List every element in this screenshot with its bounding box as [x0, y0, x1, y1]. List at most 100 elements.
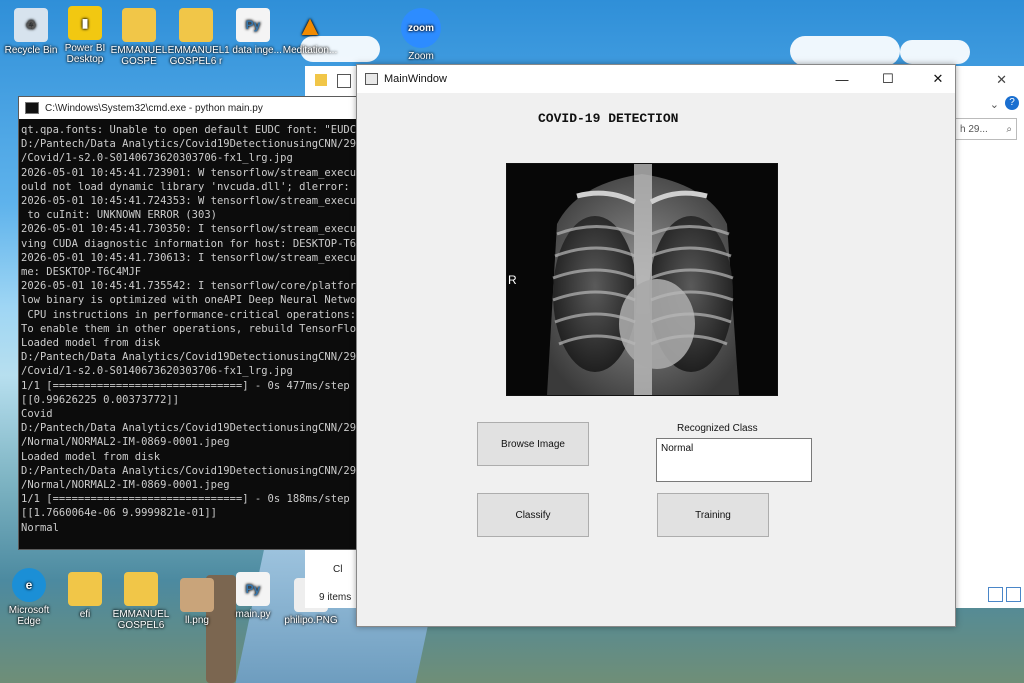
folder-icon — [315, 74, 327, 86]
desktop-icon-label: Zoom — [408, 51, 434, 62]
desktop-icon-folder[interactable]: EMMANUEL GOSPEL6 r — [165, 8, 227, 67]
view-toggle[interactable] — [988, 587, 1021, 602]
explorer-toolbar-fragment — [305, 66, 357, 98]
recognized-class-label: Recognized Class — [677, 423, 758, 434]
folder-icon — [124, 572, 158, 606]
desktop-icon-label: philipo.PNG — [284, 615, 338, 626]
cmd-line: to cuInit: UNKNOWN ERROR (303) — [21, 209, 217, 222]
python-file-icon: Py — [236, 8, 270, 42]
cmd-line: Loaded model from disk — [21, 337, 161, 350]
edge-icon: e — [12, 568, 46, 602]
cmd-line: 2026-05-01 10:45:41.730613: I tensorflow… — [21, 251, 358, 264]
checkbox-icon — [337, 74, 351, 88]
cmd-line: qt.qpa.fonts: Unable to open default EUD… — [21, 124, 358, 136]
cmd-line: 2026-05-01 10:45:41.735542: I tensorflow… — [21, 280, 358, 293]
desktop-icon-recycle-bin[interactable]: ♻ Recycle Bin — [0, 8, 62, 56]
desktop-icon-label: 1 data inge... — [224, 45, 282, 56]
cmd-line: ving CUDA diagnostic information for hos… — [21, 237, 358, 250]
window-title: MainWindow — [384, 73, 447, 85]
explorer-status-fragment: Cl 9 items — [305, 548, 357, 608]
desktop-icon-folder[interactable]: EMMANUEL GOSPEL6 — [110, 572, 172, 631]
search-input[interactable]: h 29... ⌕ — [955, 118, 1017, 140]
desktop-icon-label: Power BI Desktop — [64, 43, 106, 65]
cmd-line: /Covid/1-s2.0-S0140673620303706-fx1_lrg.… — [21, 152, 293, 165]
desktop-icon-edge[interactable]: e Microsoft Edge — [0, 568, 60, 627]
explorer-item-name[interactable]: Cl — [333, 564, 342, 575]
xray-marker: R — [508, 273, 517, 287]
maximize-button[interactable]: ☐ — [871, 65, 905, 93]
minimize-button[interactable]: — — [825, 65, 859, 93]
recognized-class-value: Normal — [661, 443, 694, 454]
cmd-line: [[1.7660064e-06 9.9999821e-01]] — [21, 507, 217, 520]
recognized-class-field[interactable]: Normal — [656, 438, 812, 482]
desktop-icon-vlc[interactable]: ▲ Meditation... — [279, 8, 341, 56]
wallpaper-cloud — [790, 36, 900, 66]
cmd-line: D:/Pantech/Data Analytics/Covid19Detecti… — [21, 351, 358, 364]
cmd-line: /Covid/1-s2.0-S0140673620303706-fx1_lrg.… — [21, 365, 293, 378]
browse-image-button[interactable]: Browse Image — [477, 422, 589, 466]
cmd-line: Normal — [21, 521, 59, 534]
cmd-line: /Normal/NORMAL2-IM-0869-0001.jpeg — [21, 479, 230, 492]
desktop-icon-label: EMMANUEL GOSPEL6 — [112, 609, 170, 631]
python-file-icon: Py — [236, 572, 270, 606]
folder-icon — [122, 8, 156, 42]
thumbnail-view-icon[interactable] — [1006, 587, 1021, 602]
cmd-line: 2026-05-01 10:45:41.723901: W tensorflow… — [21, 166, 358, 179]
cmd-line: [[0.99626225 0.00373772]] — [21, 393, 180, 406]
cmd-line: D:/Pantech/Data Analytics/Covid19Detecti… — [21, 138, 358, 151]
wallpaper-cloud — [900, 40, 970, 64]
cmd-window[interactable]: C:\Windows\System32\cmd.exe - python mai… — [18, 96, 358, 550]
desktop-icon-python-file[interactable]: Py main.py — [222, 572, 284, 620]
cmd-line: CPU instructions in performance-critical… — [21, 308, 358, 321]
desktop-icon-python-file[interactable]: Py 1 data inge... — [222, 8, 284, 56]
desktop-icon-label: Recycle Bin — [4, 45, 58, 56]
folder-icon — [68, 572, 102, 606]
cmd-title: C:\Windows\System32\cmd.exe - python mai… — [45, 102, 263, 114]
cmd-line: /Normal/NORMAL2-IM-0869-0001.jpeg — [21, 436, 230, 449]
cmd-line: 1/1 [==============================] - 0… — [21, 493, 350, 506]
help-icon[interactable]: ? — [1005, 96, 1019, 110]
cmd-line: 1/1 [==============================] - 0… — [21, 379, 350, 392]
app-icon — [365, 73, 378, 85]
desktop-icon-folder[interactable]: EMMANUEL GOSPE — [108, 8, 170, 67]
desktop-icon-label: Microsoft Edge — [8, 605, 50, 627]
cmd-title-bar[interactable]: C:\Windows\System32\cmd.exe - python mai… — [19, 97, 357, 119]
cmd-icon — [25, 102, 39, 114]
page-title: COVID-19 DETECTION — [538, 111, 679, 126]
folder-icon — [179, 8, 213, 42]
desktop-icon-powerbi[interactable]: ▮ Power BI Desktop — [54, 6, 116, 65]
cmd-line: me: DESKTOP-T6C4MJF — [21, 266, 142, 279]
training-button[interactable]: Training — [657, 493, 769, 537]
chevron-down-icon[interactable]: ⌄ — [990, 98, 999, 111]
desktop-icon-label: main.py — [235, 609, 271, 620]
cmd-line: ould not load dynamic library 'nvcuda.dl… — [21, 180, 358, 193]
explorer-item-count: 9 items — [319, 592, 352, 603]
cmd-line: D:/Pantech/Data Analytics/Covid19Detecti… — [21, 464, 358, 477]
cmd-line: 2026-05-01 10:45:41.730350: I tensorflow… — [21, 223, 358, 236]
image-file-icon — [180, 578, 214, 612]
zoom-icon: zoom — [401, 8, 441, 48]
desktop-icon-image[interactable]: ll.png — [166, 578, 228, 626]
cmd-line: 2026-05-01 10:45:41.724353: W tensorflow… — [21, 195, 358, 208]
chest-xray-graphic — [507, 164, 777, 395]
xray-image — [506, 163, 778, 396]
cmd-line: Covid — [21, 408, 53, 421]
powerbi-icon: ▮ — [68, 6, 102, 40]
search-icon: ⌕ — [1006, 124, 1012, 135]
cmd-line: low binary is optimized with oneAPI Deep… — [21, 294, 358, 307]
close-button[interactable]: ✕ — [921, 65, 955, 93]
desktop-icon-zoom[interactable]: zoom Zoom — [390, 8, 452, 62]
desktop-icon-label: ll.png — [185, 615, 209, 626]
desktop-icon-folder[interactable]: efi — [54, 572, 116, 620]
cmd-line: D:/Pantech/Data Analytics/Covid19Detecti… — [21, 422, 358, 435]
main-window[interactable]: MainWindow — ☐ ✕ COVID-19 DETECTION R Br… — [356, 64, 956, 627]
desktop-icon-label: EMMANUEL GOSPEL6 r — [167, 45, 225, 67]
cmd-output[interactable]: qt.qpa.fonts: Unable to open default EUD… — [19, 119, 357, 539]
recycle-bin-icon: ♻ — [14, 8, 48, 42]
desktop-icon-label: EMMANUEL GOSPE — [110, 45, 168, 67]
desktop-icon-label: Meditation... — [282, 45, 338, 56]
details-view-icon[interactable] — [988, 587, 1003, 602]
main-window-title-bar[interactable]: MainWindow — ☐ ✕ — [357, 65, 955, 93]
close-icon[interactable]: ✕ — [996, 72, 1007, 88]
classify-button[interactable]: Classify — [477, 493, 589, 537]
